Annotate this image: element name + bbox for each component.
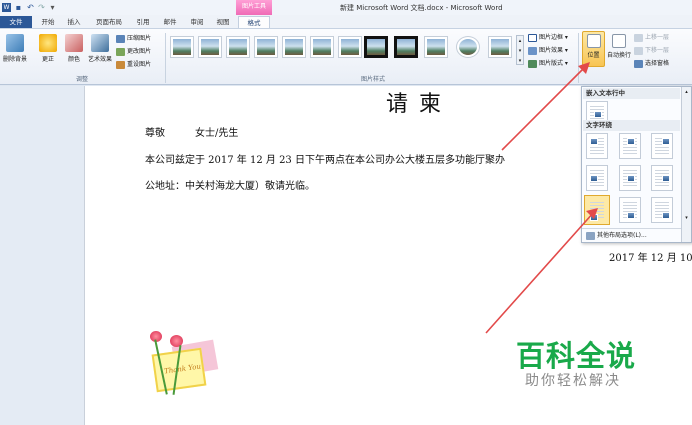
arrow-to-position-button: [501, 65, 587, 151]
watermark-logo-text: 百科全说: [516, 339, 637, 373]
arrow-to-bottom-left-option: [485, 211, 595, 334]
watermark-tagline: 助你轻松解决: [525, 373, 621, 389]
arrow-head: [586, 208, 598, 219]
